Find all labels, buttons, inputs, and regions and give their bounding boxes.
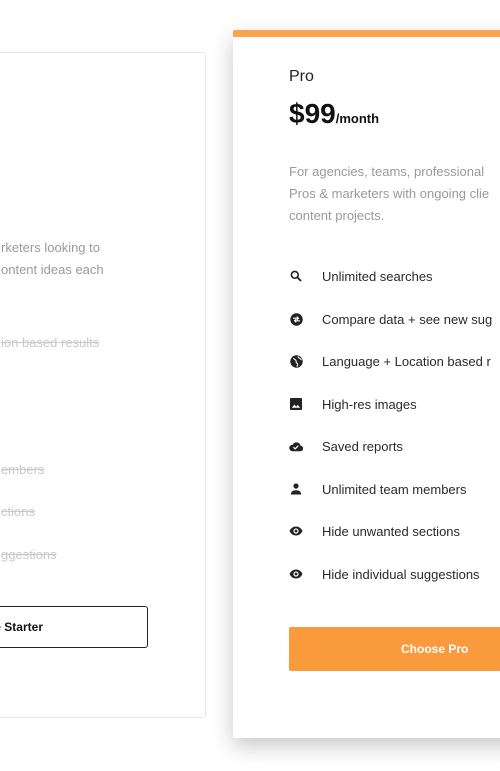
plan-description-line: content projects.: [289, 208, 385, 223]
feature-label: Hide unwanted sections: [322, 523, 461, 539]
globe-icon: [289, 354, 303, 368]
price-amount: $99: [289, 98, 336, 129]
eye-icon: [289, 524, 303, 538]
feature-item: Saved reports: [289, 435, 403, 457]
plan-description: For agencies, teams, professional Pros &…: [289, 161, 489, 227]
image-icon: [289, 397, 303, 411]
plan-description-line: Pros & marketers with ongoing clie: [289, 186, 490, 201]
feature-label: Saved reports: [322, 438, 403, 454]
choose-starter-button[interactable]: e Starter: [0, 606, 148, 648]
feature-label: Unlimited searches: [322, 268, 433, 284]
starter-description-line: ontent ideas each: [1, 262, 104, 277]
cloud-check-icon: [289, 439, 303, 453]
choose-starter-button-label: e Starter: [0, 620, 43, 634]
feature-item: Hide individual suggestions: [289, 563, 480, 585]
plan-description-line: For agencies, teams, professional: [289, 164, 485, 179]
compare-icon: [289, 312, 303, 326]
feature-item: Language + Location based r: [289, 350, 491, 372]
starter-feature-disabled: ctions: [1, 504, 35, 519]
starter-feature-disabled: embers: [1, 462, 45, 477]
search-icon: [289, 269, 303, 283]
eye-icon: [289, 567, 303, 581]
feature-item: High-res images: [289, 393, 417, 415]
pro-accent-bar: [233, 30, 500, 37]
price-period: /month: [335, 111, 380, 126]
choose-pro-button-label: Choose Pro: [401, 642, 469, 656]
plan-name: Pro: [289, 68, 314, 85]
feature-label: Unlimited team members: [322, 481, 467, 497]
feature-label: Hide individual suggestions: [322, 566, 480, 582]
feature-item: Unlimited searches: [289, 265, 433, 287]
feature-item: Unlimited team members: [289, 478, 467, 500]
starter-description: rketers looking to ontent ideas each: [1, 237, 104, 281]
starter-description-line: rketers looking to: [1, 240, 100, 255]
plan-price: $99/month: [289, 98, 379, 130]
starter-feature-disabled: ion based results: [1, 335, 100, 350]
starter-feature-disabled: ggestions: [1, 547, 57, 562]
feature-label: High-res images: [322, 396, 417, 412]
feature-label: Compare data + see new sug: [322, 311, 493, 327]
pricing-section: rketers looking to ontent ideas each ion…: [0, 0, 500, 771]
feature-label: Language + Location based r: [322, 353, 491, 369]
feature-item: Hide unwanted sections: [289, 520, 460, 542]
pro-plan-card: Pro $99/month For agencies, teams, profe…: [233, 30, 500, 738]
feature-item: Compare data + see new sug: [289, 308, 492, 330]
choose-pro-button[interactable]: Choose Pro: [289, 627, 500, 671]
person-icon: [289, 482, 303, 496]
